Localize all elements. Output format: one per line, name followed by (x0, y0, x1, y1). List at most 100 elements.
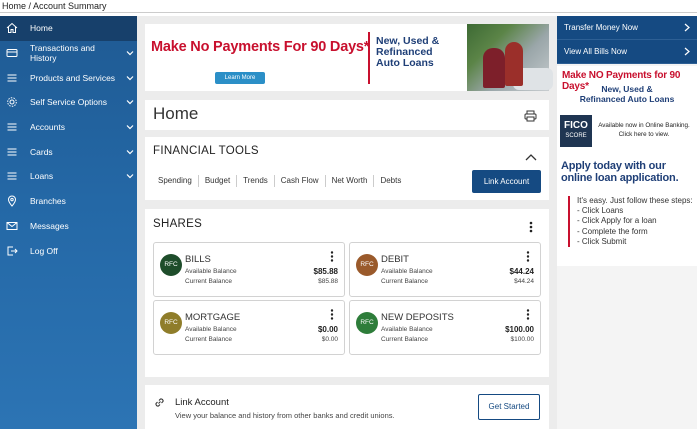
sidebar-item-logoff[interactable]: Log Off (0, 238, 137, 263)
location-icon (0, 195, 24, 207)
account-avatar: RFC (356, 254, 378, 276)
account-avatar: RFC (160, 312, 182, 334)
sidebar-item-messages[interactable]: Messages (0, 214, 137, 239)
account-name: MORTGAGE (185, 312, 241, 323)
step-item: - Click Submit (577, 236, 627, 246)
current-balance-label: Current Balance (185, 336, 232, 343)
view-all-bills-link[interactable]: View All Bills Now (557, 40, 697, 64)
learn-more-button[interactable]: Learn More (215, 72, 265, 84)
ad-line: New, Used & (601, 84, 653, 94)
fico-logo-top: FICO (564, 120, 588, 131)
chevron-up-icon[interactable] (525, 148, 537, 166)
chevron-down-icon (123, 173, 137, 179)
chevron-down-icon (123, 149, 137, 155)
more-options-icon[interactable] (526, 307, 530, 325)
chevron-down-icon (123, 75, 137, 81)
sidebar-item-label: Products and Services (30, 72, 116, 83)
financial-tools: FINANCIAL TOOLS Spending Budget Trends C… (145, 137, 549, 200)
available-balance-label: Available Balance (381, 268, 433, 275)
account-card-new-deposits[interactable]: RFC NEW DEPOSITS Available Balance Curre… (349, 300, 541, 355)
fico-text[interactable]: Available now in Online Banking. Click h… (594, 122, 694, 139)
main-content: Make No Payments For 90 Days* Learn More… (137, 16, 557, 429)
current-balance-value: $85.88 (318, 278, 338, 285)
get-started-button[interactable]: Get Started (478, 394, 540, 420)
tab-net-worth[interactable]: Net Worth (324, 175, 374, 187)
account-avatar: RFC (356, 312, 378, 334)
sidebar-item-branches[interactable]: Branches (0, 189, 137, 214)
available-balance-value: $85.88 (313, 267, 338, 276)
link-account-card: Link Account View your balance and histo… (145, 385, 549, 429)
account-card-debit[interactable]: RFC DEBIT Available Balance Current Bala… (349, 242, 541, 297)
account-card-bills[interactable]: RFC BILLS Available Balance Current Bala… (153, 242, 345, 297)
sidebar-item-label: Messages (30, 220, 69, 231)
chevron-right-icon (684, 23, 690, 34)
sidebar-item-home[interactable]: Home (0, 16, 137, 41)
tab-trends[interactable]: Trends (236, 175, 274, 187)
home-icon (0, 22, 24, 34)
current-balance-value: $100.00 (510, 336, 535, 343)
right-panel: Transfer Money Now View All Bills Now Ma… (557, 16, 697, 429)
sidebar-item-cards[interactable]: Cards (0, 139, 137, 164)
current-balance-label: Current Balance (381, 336, 428, 343)
gear-icon (0, 96, 24, 108)
sidebar-item-label: Cards (30, 146, 53, 157)
fico-score-logo: FICO SCORE (560, 115, 592, 147)
promo-banner[interactable]: Make No Payments For 90 Days* Learn More… (145, 24, 553, 91)
sidebar-item-label: Branches (30, 196, 66, 207)
sidebar-item-loans[interactable]: Loans (0, 164, 137, 189)
sidebar-item-label: Accounts (30, 122, 65, 133)
available-balance-value: $100.00 (505, 325, 534, 334)
tab-cash-flow[interactable]: Cash Flow (273, 175, 325, 187)
account-name: DEBIT (381, 254, 409, 265)
more-options-icon[interactable] (526, 249, 530, 267)
financial-tools-title: FINANCIAL TOOLS (153, 145, 259, 157)
sidebar-item-self-service[interactable]: Self Service Options (0, 90, 137, 115)
banner-headline: Make No Payments For 90 Days* (151, 39, 370, 55)
breadcrumb: Home / Account Summary (0, 0, 697, 13)
account-avatar: RFC (160, 254, 182, 276)
chevron-down-icon (123, 99, 137, 105)
fico-logo-bottom: SCORE (565, 133, 587, 139)
sidebar-item-transactions[interactable]: Transactions and History (0, 41, 137, 66)
banner-subtitle: New, Used & Refinanced Auto Loans (376, 36, 439, 69)
card-icon (0, 47, 24, 59)
banner-divider (368, 32, 370, 84)
menu-icon (0, 146, 24, 158)
current-balance-value: $0.00 (321, 336, 338, 343)
sidebar: Home Transactions and History Products a… (0, 16, 137, 429)
logout-icon (0, 245, 24, 257)
more-options-icon[interactable] (330, 249, 334, 267)
ad-steps: It's easy. Just follow these steps: - Cl… (568, 196, 693, 248)
mail-icon (0, 220, 24, 232)
sidebar-item-label: Log Off (30, 245, 58, 256)
banner-line: Auto Loans (376, 57, 434, 69)
chevron-down-icon (123, 124, 137, 130)
transfer-money-label: Transfer Money Now (564, 23, 638, 32)
home-header: Home (145, 100, 549, 130)
sidebar-item-label: Home (30, 23, 53, 34)
account-card-mortgage[interactable]: RFC MORTGAGE Available Balance Current B… (153, 300, 345, 355)
step-item: - Click Apply for a loan (577, 216, 657, 226)
menu-icon (0, 72, 24, 84)
sidebar-item-accounts[interactable]: Accounts (0, 115, 137, 140)
sidebar-item-label: Loans (30, 171, 54, 182)
financial-tools-tabs: Spending Budget Trends Cash Flow Net Wor… (153, 175, 407, 187)
current-balance-value: $44.24 (514, 278, 534, 285)
sidebar-item-products[interactable]: Products and Services (0, 65, 137, 90)
more-options-icon[interactable] (529, 220, 533, 238)
current-balance-label: Current Balance (381, 278, 428, 285)
loan-ad[interactable]: Make NO Payments for 90 Days* New, Used … (557, 66, 697, 266)
link-account-button[interactable]: Link Account (472, 170, 541, 193)
print-icon[interactable] (524, 109, 537, 127)
current-balance-label: Current Balance (185, 278, 232, 285)
shares-section: SHARES RFC BILLS Available Balance Curre… (145, 209, 549, 377)
tab-debts[interactable]: Debts (373, 175, 407, 187)
available-balance-label: Available Balance (381, 326, 433, 333)
ad-apply-text: Apply today with our online loan applica… (561, 160, 679, 184)
sidebar-item-label: Self Service Options (30, 97, 108, 108)
menu-icon (0, 170, 24, 182)
more-options-icon[interactable] (330, 307, 334, 325)
transfer-money-link[interactable]: Transfer Money Now (557, 16, 697, 40)
tab-spending[interactable]: Spending (153, 175, 198, 187)
tab-budget[interactable]: Budget (197, 175, 236, 187)
